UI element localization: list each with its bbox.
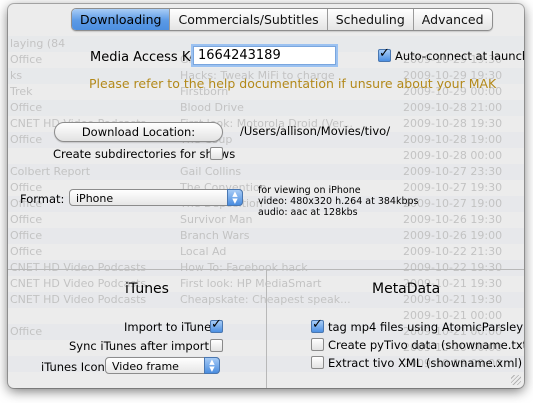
mak-label: Media Access Key — [90, 50, 206, 65]
itunes-icon-popup[interactable]: Video frame ▲ ▼ — [105, 357, 220, 374]
auto-connect-checkbox[interactable] — [378, 46, 391, 62]
sync-itunes-label: Sync iTunes after import — [69, 339, 209, 353]
sync-itunes-checkbox[interactable] — [210, 339, 223, 352]
format-info-line: for viewing on iPhone — [258, 185, 361, 196]
resize-grip-icon[interactable] — [511, 375, 521, 385]
mak-help-text: Please refer to the help documentation i… — [89, 76, 497, 91]
import-itunes-label: Import to iTunes — [124, 320, 218, 334]
mak-input[interactable] — [191, 44, 338, 67]
popup-arrows-icon: ▲ ▼ — [204, 357, 220, 374]
format-popup[interactable]: iPhone ▲ ▼ — [69, 189, 243, 206]
format-info: for viewing on iPhone video: 480x320 h.2… — [258, 185, 418, 218]
tag-mp4-label: tag mp4 files using AtomicParsley — [328, 320, 524, 334]
download-location-button[interactable]: Download Location: — [54, 122, 223, 142]
tab-scheduling[interactable]: Scheduling — [326, 9, 413, 30]
preferences-window: laying (84OfficeGrief Counseling2009-10-… — [8, 4, 524, 388]
pytivo-checkbox[interactable] — [311, 338, 324, 351]
tab-downloading[interactable]: Downloading — [72, 9, 170, 30]
format-info-line: audio: aac at 128kbs — [258, 207, 358, 218]
tab-bar: Downloading Commercials/Subtitles Schedu… — [71, 8, 493, 31]
auto-connect-label: Auto-connect at launch — [395, 49, 524, 63]
format-info-line: video: 480x320 h.264 at 384kbps — [258, 196, 419, 207]
itunes-icon-selected: Video frame — [112, 360, 179, 373]
itunes-icon-label: iTunes Icon — [41, 360, 105, 374]
tivo-xml-label: Extract tivo XML (showname.xml) — [328, 356, 523, 370]
tab-advanced[interactable]: Advanced — [412, 9, 492, 30]
download-path: /Users/allison/Movies/tivo/ — [240, 124, 391, 138]
metadata-title: MetaData — [372, 281, 441, 297]
itunes-title: iTunes — [125, 281, 169, 297]
tag-mp4-checkbox[interactable] — [311, 317, 324, 333]
popup-arrows-icon: ▲ ▼ — [227, 189, 243, 206]
subdirectories-checkbox[interactable] — [210, 147, 223, 160]
format-label: Format: — [20, 192, 65, 206]
subdirectories-label: Create subdirectories for shows — [53, 147, 236, 161]
import-itunes-checkbox[interactable] — [210, 317, 223, 333]
tab-commercials-subtitles[interactable]: Commercials/Subtitles — [169, 9, 326, 30]
downloading-panel: Media Access Key Auto-connect at launch … — [8, 36, 524, 388]
format-selected: iPhone — [76, 192, 114, 205]
column-divider — [266, 269, 267, 388]
pytivo-label: Create pyTivo data (showname.txt) — [328, 338, 524, 352]
tivo-xml-checkbox[interactable] — [311, 356, 324, 369]
